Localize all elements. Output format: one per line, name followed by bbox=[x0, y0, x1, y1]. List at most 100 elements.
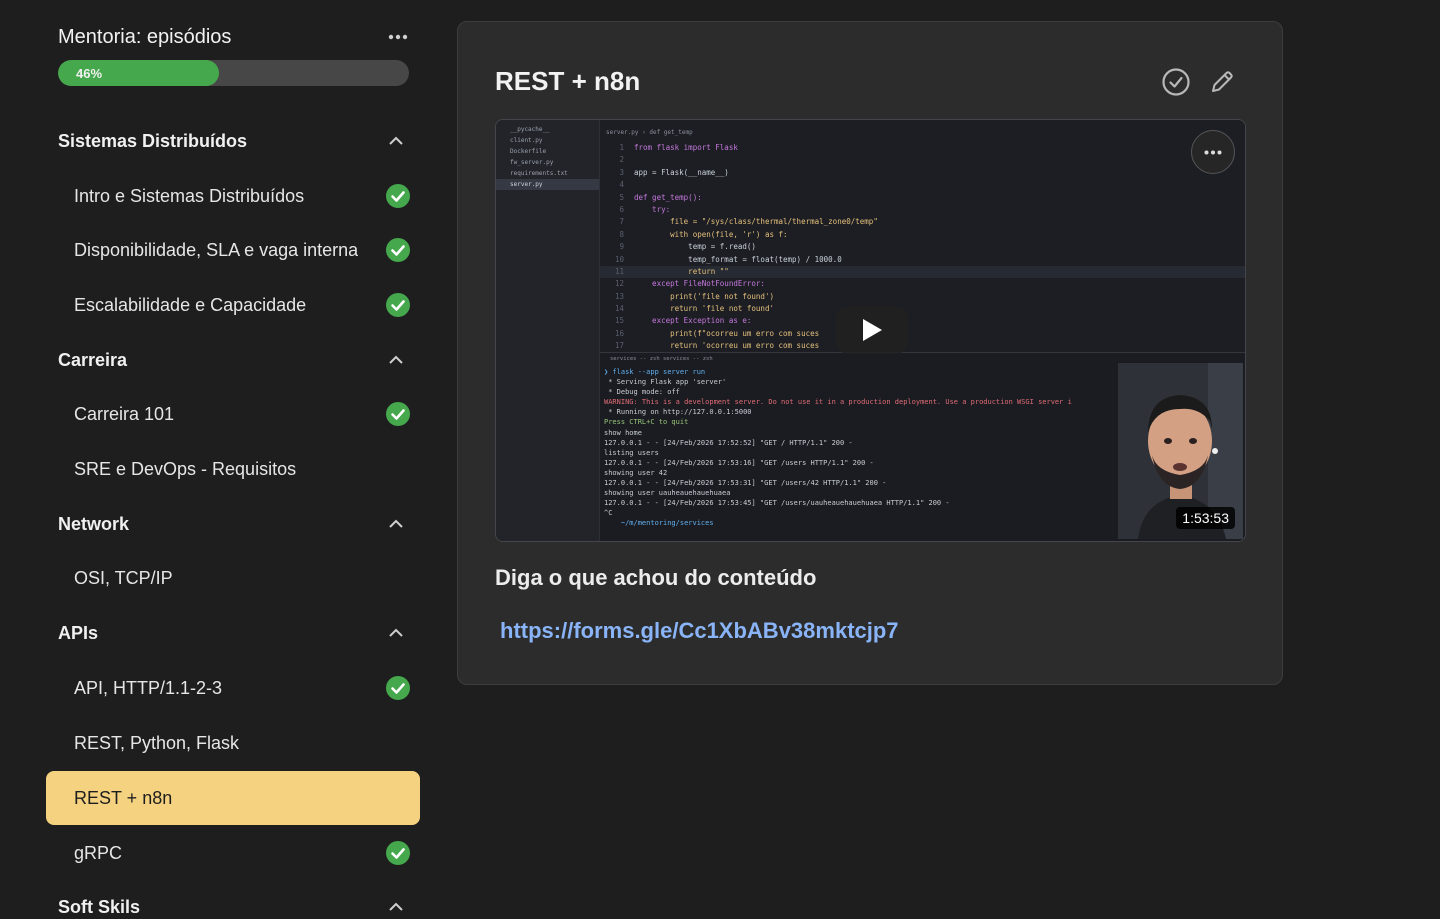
more-horizontal-icon bbox=[1204, 150, 1222, 154]
editor-file-item: client.py bbox=[510, 137, 543, 144]
feedback-form-link[interactable]: https://forms.gle/Cc1XbABv38mktcjp7 bbox=[500, 618, 899, 644]
video-more-options-button[interactable] bbox=[1191, 130, 1235, 174]
editor-file-item: requirements.txt bbox=[510, 170, 568, 177]
code-line: 6 try: bbox=[600, 204, 1245, 216]
lesson-label: Carreira 101 bbox=[74, 403, 175, 424]
lesson-item[interactable]: REST, Python, Flask bbox=[46, 716, 420, 770]
lesson-label: REST + n8n bbox=[74, 787, 173, 808]
code-line: 14 return 'file not found' bbox=[600, 303, 1245, 315]
chevron-up-icon[interactable] bbox=[388, 519, 404, 529]
lesson-label: API, HTTP/1.1-2-3 bbox=[74, 677, 223, 698]
code-line: 11 return "" bbox=[600, 265, 1245, 279]
editor-pane: server.py › def get_temp 1 from flask imp… bbox=[600, 120, 1245, 352]
line-number: 6 bbox=[619, 204, 624, 214]
editor-breadcrumb: server.py › def get_temp bbox=[606, 129, 693, 136]
lesson-item-active[interactable]: REST + n8n bbox=[46, 771, 420, 825]
line-number: 4 bbox=[619, 180, 624, 190]
course-more-options-icon[interactable] bbox=[386, 25, 410, 49]
code-text: temp = f.read() bbox=[634, 242, 756, 252]
code-line: 4 bbox=[600, 179, 1245, 191]
lesson-title: REST + n8n bbox=[495, 66, 641, 96]
line-number: 8 bbox=[619, 229, 624, 239]
video-player[interactable]: __pycache__ client.py Dockerfile fw_server.… bbox=[495, 119, 1246, 542]
section-title: Carreira bbox=[58, 349, 128, 370]
video-duration: 1:53:53 bbox=[1176, 507, 1235, 529]
line-number: 7 bbox=[619, 217, 624, 227]
line-number: 17 bbox=[614, 341, 624, 351]
lesson-item[interactable]: API, HTTP/1.1-2-3 bbox=[46, 661, 420, 715]
section-title: Soft Skils bbox=[58, 896, 141, 917]
code-line: 15 except Exception as e: bbox=[600, 315, 1245, 327]
lesson-label: Intro e Sistemas Distribuídos bbox=[74, 185, 305, 206]
course-title: Mentoria: episódios bbox=[58, 25, 232, 48]
code-text: return 'file not found' bbox=[634, 304, 774, 314]
editor-file-tree: __pycache__ client.py Dockerfile fw_server.… bbox=[496, 120, 600, 541]
line-number: 14 bbox=[614, 304, 624, 314]
lesson-actions bbox=[1160, 66, 1238, 98]
line-number: 12 bbox=[614, 279, 624, 289]
section-carreira[interactable]: Carreira bbox=[58, 345, 410, 375]
code-text: except FileNotFoundError: bbox=[634, 279, 765, 289]
lesson-item[interactable]: gRPC bbox=[46, 826, 420, 880]
progress-label: 46% bbox=[76, 65, 103, 81]
editor-file-item: server.py bbox=[496, 179, 599, 190]
course-progress-bar: 46% bbox=[58, 60, 409, 86]
code-text: return 'ocorreu um erro com suces bbox=[634, 341, 820, 351]
line-number: 10 bbox=[614, 254, 624, 264]
line-number: 11 bbox=[614, 266, 624, 276]
lesson-label: gRPC bbox=[74, 842, 123, 863]
code-line: 2 bbox=[600, 154, 1245, 166]
lesson-item[interactable]: Escalabilidade e Capacidade bbox=[46, 278, 420, 332]
lesson-item[interactable]: Disponibilidade, SLA e vaga interna bbox=[46, 223, 420, 277]
line-number: 15 bbox=[614, 316, 624, 326]
chevron-up-icon[interactable] bbox=[388, 355, 404, 365]
code-text: def get_temp(): bbox=[634, 192, 702, 202]
lesson-label: SRE e DevOps - Requisitos bbox=[74, 458, 297, 479]
chevron-up-icon[interactable] bbox=[388, 628, 404, 638]
play-button[interactable] bbox=[836, 306, 908, 354]
course-header: Mentoria: episódios bbox=[58, 24, 410, 50]
presenter-webcam: 1:53:53 bbox=[1118, 363, 1243, 539]
code-text: except Exception as e: bbox=[634, 316, 752, 326]
code-text: return "" bbox=[634, 266, 729, 276]
line-number: 16 bbox=[614, 328, 624, 338]
code-line: 12 except FileNotFoundError: bbox=[600, 278, 1245, 290]
code-line: 7 file = "/sys/class/thermal/thermal_zon… bbox=[600, 216, 1245, 228]
check-circle-icon bbox=[386, 238, 410, 262]
lesson-item[interactable]: SRE e DevOps - Requisitos bbox=[46, 442, 420, 496]
check-circle-icon bbox=[386, 293, 410, 317]
edit-pencil-icon[interactable] bbox=[1206, 66, 1238, 98]
line-number: 2 bbox=[619, 155, 624, 165]
course-sidebar: Mentoria: episódios 46% Sistemas Distrib… bbox=[0, 0, 440, 919]
section-soft-skils[interactable]: Soft Skils bbox=[58, 892, 410, 919]
lesson-item[interactable]: OSI, TCP/IP bbox=[46, 551, 420, 605]
code-line: 3 app = Flask(__name__) bbox=[600, 167, 1245, 179]
line-number: 1 bbox=[619, 143, 624, 152]
section-apis[interactable]: APIs bbox=[58, 618, 410, 648]
feedback-heading: Diga o que achou do conteúdo bbox=[495, 565, 817, 590]
code-line: 16 print(f"ocorreu um erro com suces bbox=[600, 328, 1245, 340]
code-line: 9 temp = f.read() bbox=[600, 241, 1245, 253]
editor-file-item: fw_server.py bbox=[510, 159, 554, 166]
code-line: 10 temp_format = float(temp) / 1000.0 bbox=[600, 254, 1245, 266]
section-title: APIs bbox=[58, 622, 99, 643]
line-number: 9 bbox=[619, 242, 624, 252]
play-icon bbox=[863, 319, 882, 341]
chevron-up-icon[interactable] bbox=[388, 136, 404, 146]
mark-complete-icon[interactable] bbox=[1160, 66, 1192, 98]
code-text: with open(file, 'r') as f: bbox=[634, 229, 788, 239]
lesson-label: REST, Python, Flask bbox=[74, 732, 240, 753]
section-title: Sistemas Distribuídos bbox=[58, 130, 248, 151]
lesson-label: Disponibilidade, SLA e vaga interna bbox=[74, 239, 359, 260]
lesson-item[interactable]: Intro e Sistemas Distribuídos bbox=[46, 169, 420, 223]
code-line: 5 def get_temp(): bbox=[600, 192, 1245, 204]
section-title: Network bbox=[58, 513, 130, 534]
line-number: 5 bbox=[619, 192, 624, 202]
lesson-item[interactable]: Carreira 101 bbox=[46, 387, 420, 441]
lesson-content-card: REST + n8n __pycache__ client.py Dockerfil… bbox=[457, 21, 1283, 685]
editor-file-item: Dockerfile bbox=[510, 148, 547, 155]
progress-fill: 46% bbox=[58, 60, 220, 86]
chevron-up-icon[interactable] bbox=[388, 902, 404, 912]
section-network[interactable]: Network bbox=[58, 509, 410, 539]
section-sistemas-distribuidos[interactable]: Sistemas Distribuídos bbox=[58, 126, 410, 156]
